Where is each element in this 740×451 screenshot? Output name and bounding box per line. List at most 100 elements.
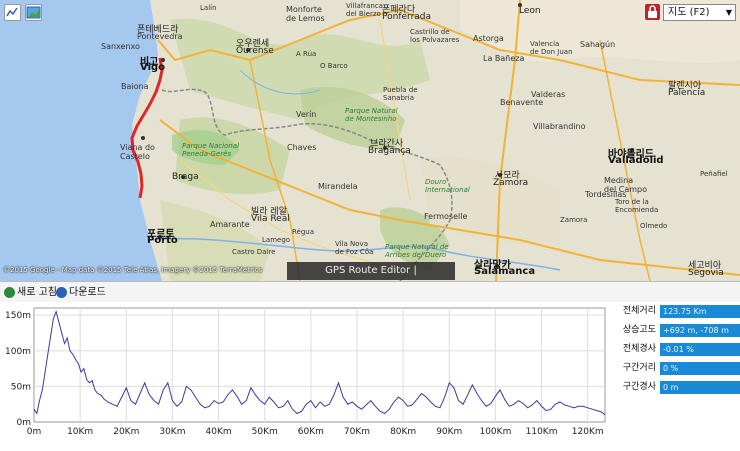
- map-label: Parque Nacional Peneda-Gerês: [182, 142, 240, 158]
- map-label: Zamora: [560, 216, 588, 224]
- map-label: Sanxenxo: [101, 42, 140, 51]
- y-tick-label: 50m: [11, 382, 31, 392]
- x-tick-label: 10Km: [67, 427, 93, 437]
- y-tick-label: 100m: [5, 347, 31, 357]
- stat-label: 전체경사: [622, 344, 656, 354]
- map-type-value: 지도 (F2): [668, 7, 710, 18]
- map-type-select[interactable]: 지도 (F2) ▼: [663, 4, 736, 21]
- x-tick-label: 0m: [27, 427, 42, 437]
- map-label: Castrillo de los Polvazares: [410, 28, 460, 44]
- map-label: Castro Daire: [232, 248, 276, 256]
- map-label: Valderas: [531, 90, 566, 99]
- map-label: Verín: [296, 110, 317, 119]
- map-label: Ponferrada: [382, 12, 432, 22]
- map-view[interactable]: 폰테베드라 Pontevedra Sanxenxo 비고 Vigo Baiona…: [0, 0, 740, 281]
- x-tick-label: 40Km: [206, 427, 232, 437]
- map-label: Bragança: [368, 146, 411, 156]
- map-label: Fermoselle: [424, 212, 468, 221]
- map-label: Monforte de Lemos: [286, 5, 325, 23]
- x-tick-label: 50Km: [252, 427, 278, 437]
- x-tick-label: 30Km: [159, 427, 185, 437]
- stat-label: 구간경사: [622, 382, 656, 392]
- map-label: Valencia de Don Juan: [530, 40, 573, 56]
- x-tick-label: 60Km: [298, 427, 324, 437]
- stat-label: 상승고도: [622, 325, 656, 335]
- map-label: Palencia: [668, 88, 706, 98]
- map-label: Salamanca: [474, 266, 536, 277]
- map-label: Chaves: [287, 143, 317, 152]
- x-tick-label: 20Km: [113, 427, 139, 437]
- x-tick-label: 120Km: [572, 427, 604, 437]
- stat-value: 0 m: [660, 381, 740, 394]
- map-label: Baiona: [121, 82, 149, 91]
- x-tick-label: 100Km: [479, 427, 511, 437]
- map-label: La Bañeza: [483, 54, 525, 63]
- stat-row-section-slope: 구간경사 0 m: [610, 381, 740, 394]
- stat-value: 123.75 Km: [660, 305, 740, 318]
- map-label: Zamora: [493, 178, 529, 188]
- stat-row-total-slope: 전체경사 -0.01 %: [610, 343, 740, 356]
- map-label: Ourense: [236, 46, 274, 56]
- refresh-button[interactable]: 새로 고침: [4, 285, 57, 300]
- y-tick-label: 150m: [5, 311, 31, 321]
- stat-value: -0.01 %: [660, 343, 740, 356]
- stat-label: 구간거리: [622, 363, 656, 373]
- map-label: Pontevedra: [137, 32, 183, 41]
- map-label: Porto: [147, 235, 178, 246]
- map-label: Douro International: [425, 178, 470, 194]
- chart-toolbar: 새로 고침 다운로드: [0, 281, 740, 302]
- map-label: Parque Natural de Arribes del Duero: [385, 243, 449, 259]
- download-button[interactable]: 다운로드: [56, 285, 106, 300]
- lock-button[interactable]: [645, 4, 660, 20]
- map-label: Régua: [292, 228, 315, 236]
- map-label: Vigo: [140, 62, 166, 73]
- route-chart-button[interactable]: [4, 4, 21, 21]
- route-stats-panel: 전체거리 123.75 Km 상승고도 +692 m, -708 m 전체경사 …: [610, 301, 740, 448]
- stat-row-section-distance: 구간거리 0 %: [610, 362, 740, 375]
- map-label: Amarante: [210, 220, 250, 229]
- map-label: Parque Natural de Montesinho: [345, 107, 398, 123]
- map-label: Astorga: [473, 34, 504, 43]
- route-chart-icon: [6, 7, 18, 17]
- stat-value: 0 %: [660, 362, 740, 375]
- map-label: Valladolid: [608, 155, 664, 166]
- globe-icon: [56, 286, 67, 298]
- map-label: Villafranca del Bierzo: [346, 2, 383, 18]
- refresh-icon: [4, 286, 15, 298]
- plot-area: [33, 307, 606, 423]
- map-label: Mirandela: [318, 182, 358, 191]
- map-label: Toro de la Encomienda: [615, 198, 659, 214]
- landscape-image-icon: [26, 6, 41, 19]
- stat-row-total-distance: 전체거리 123.75 Km: [610, 305, 740, 318]
- elevation-chart[interactable]: 0m 50m 100m 150m 0m 10Km 20Km 30Km 40Km 50Km 60Km 7…: [0, 301, 610, 448]
- chevron-down-icon: ▼: [725, 8, 732, 17]
- map-label: Villabrandino: [533, 122, 586, 131]
- elevation-chart-svg: 0m50m100m150m0m 10Km 20Km 30Km 40Km 50Km 60Km 7…: [5, 307, 606, 437]
- map-label: Puebla de Sanabria: [383, 86, 418, 102]
- map-label: Benavente: [500, 98, 544, 107]
- map-label: Sahagún: [580, 40, 616, 49]
- map-label: Lalín: [200, 4, 217, 12]
- stat-row-elevation-gain: 상승고도 +692 m, -708 m: [610, 324, 740, 337]
- map-label: Lamego: [262, 236, 291, 244]
- map-label: O Barco: [320, 62, 348, 70]
- x-tick-label: 80Km: [390, 427, 416, 437]
- x-tick-label: 70Km: [344, 427, 370, 437]
- map-label: Vila Real: [251, 214, 290, 224]
- map-label: Braga: [172, 172, 199, 182]
- map-label: A Rúa: [296, 50, 317, 58]
- refresh-label: 새로 고침: [17, 287, 57, 298]
- stat-value: +692 m, -708 m: [660, 324, 740, 337]
- map-label: Peñafiel: [700, 170, 728, 178]
- image-button[interactable]: [25, 4, 42, 21]
- map-label: Vila Nova de Foz Côa: [335, 240, 374, 256]
- map-label: Viana do Castelo: [120, 143, 155, 161]
- padlock-icon: [648, 5, 657, 18]
- map-label: Olmedo: [640, 222, 668, 230]
- brand-banner: GPS Route Editor | www.gpsnote.net: [287, 262, 455, 280]
- download-label: 다운로드: [69, 287, 106, 298]
- x-tick-label: 90Km: [436, 427, 462, 437]
- x-tick-label: 110Km: [526, 427, 558, 437]
- map-copyright: ©2015 Google - Map data ©2015 Tele Atlas…: [3, 266, 263, 274]
- map-label: Segovia: [688, 268, 724, 278]
